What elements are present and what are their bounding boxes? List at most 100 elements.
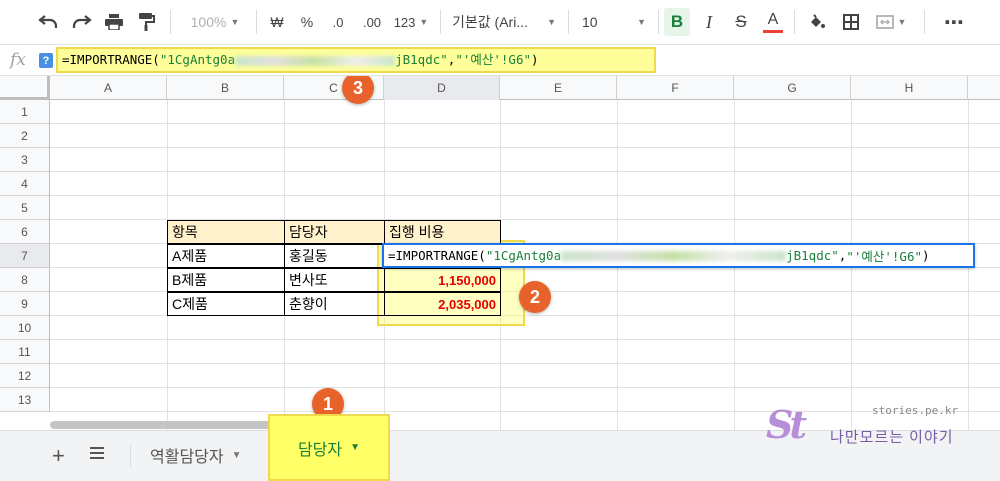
formula-arg1-end: jB1qdc" xyxy=(395,52,448,67)
chevron-down-icon: ▼ xyxy=(419,17,429,27)
row-header-5[interactable]: 5 xyxy=(0,196,50,220)
formula-arg2: "'예산'!G6" xyxy=(846,249,923,264)
text-color-label: A xyxy=(767,10,779,28)
column-header-b[interactable]: B xyxy=(167,76,284,100)
column-header-a[interactable]: A xyxy=(50,76,167,100)
row-header-2[interactable]: 2 xyxy=(0,124,50,148)
formula-arg2: "'예산'!G6" xyxy=(455,52,532,67)
table-cell-owner[interactable]: 홍길동 xyxy=(284,244,385,268)
step-badge-2: 2 xyxy=(519,281,551,313)
row-header-12[interactable]: 12 xyxy=(0,364,50,388)
table-header-owner[interactable]: 담당자 xyxy=(284,220,385,244)
font-size-select[interactable]: 10 ▼ xyxy=(576,8,652,36)
row-header-13[interactable]: 13 xyxy=(0,388,50,412)
font-family-select[interactable]: 기본값 (Ari... ▼ xyxy=(448,8,560,36)
sheet-tab-label: 역활담당자 xyxy=(150,449,224,466)
table-cell-owner[interactable]: 춘향이 xyxy=(284,292,385,316)
chevron-down-icon: ▼ xyxy=(231,449,242,461)
column-header-e[interactable]: E xyxy=(500,76,617,100)
redo-icon[interactable] xyxy=(68,8,96,36)
toolbar-divider xyxy=(924,10,925,34)
row-header-10[interactable]: 10 xyxy=(0,316,50,340)
column-header-d[interactable]: D xyxy=(384,76,500,100)
formula-input[interactable]: =IMPORTRANGE("1CgAntg0a jB1qdc","'예산'!G6"… xyxy=(56,47,656,73)
fx-icon: fx xyxy=(10,50,26,70)
table-cell-item[interactable]: A제품 xyxy=(167,244,285,268)
percent-button[interactable]: % xyxy=(294,8,320,36)
toolbar: 100% ▼ ₩ % .0 .00 123 ▼ 기본값 (Ari... ▼ 10 ▼ B… xyxy=(0,0,1000,44)
row-header-6[interactable]: 6 xyxy=(0,220,50,244)
column-header-f[interactable]: F xyxy=(617,76,734,100)
add-sheet-button[interactable]: + xyxy=(52,443,65,469)
text-color-button[interactable]: A xyxy=(760,8,786,36)
table-cell-cost[interactable]: 2,035,000 xyxy=(384,292,501,316)
merge-cells-icon[interactable]: ▼ xyxy=(870,8,912,36)
more-formats-button[interactable]: 123 ▼ xyxy=(390,8,432,36)
sheet-tab-owner-active[interactable]: 담당자 ▼ xyxy=(268,414,390,481)
bold-button[interactable]: B xyxy=(664,8,690,36)
percent-label: % xyxy=(300,14,314,30)
sheet-grid[interactable]: A B C D E F G H 1 2 3 4 5 6 7 8 9 10 11 … xyxy=(0,76,1000,430)
undo-icon[interactable] xyxy=(34,8,62,36)
gridline xyxy=(50,363,1000,364)
spreadsheet-app: 100% ▼ ₩ % .0 .00 123 ▼ 기본값 (Ari... ▼ 10 ▼ B… xyxy=(0,0,1000,481)
borders-icon[interactable] xyxy=(838,8,864,36)
formula-suffix: ) xyxy=(922,248,930,263)
paint-format-icon[interactable] xyxy=(133,8,161,36)
row-header-7[interactable]: 7 xyxy=(0,244,50,268)
strikethrough-button[interactable]: S xyxy=(728,8,754,36)
table-header-item[interactable]: 항목 xyxy=(167,220,285,244)
print-icon[interactable] xyxy=(100,8,128,36)
italic-button[interactable]: I xyxy=(696,8,722,36)
gridline xyxy=(50,339,1000,340)
increase-decimal-button[interactable]: .00 xyxy=(356,8,388,36)
table-cell-item[interactable]: B제품 xyxy=(167,268,285,292)
font-size-value: 10 xyxy=(582,14,598,30)
toolbar-divider xyxy=(658,10,659,34)
formula-function: =IMPORTRANGE( xyxy=(388,248,486,263)
zoom-value: 100% xyxy=(190,14,227,30)
table-cell-cost[interactable]: 1,150,000 xyxy=(384,268,501,292)
formula-arg1-start: "1CgAntg0a xyxy=(159,52,236,67)
table-cell-item[interactable]: C제품 xyxy=(167,292,285,316)
row-header-4[interactable]: 4 xyxy=(0,172,50,196)
zoom-select[interactable]: 100% ▼ xyxy=(180,8,250,36)
toolbar-divider xyxy=(256,10,257,34)
redacted-key xyxy=(235,55,396,66)
more-options-icon[interactable]: ⋯ xyxy=(940,8,968,36)
select-all-corner[interactable] xyxy=(0,76,50,100)
toolbar-divider xyxy=(794,10,795,34)
row-header-9[interactable]: 9 xyxy=(0,292,50,316)
cell-editor-d7[interactable]: =IMPORTRANGE("1CgAntg0a jB1qdc", "'예산'!G6"… xyxy=(382,243,975,268)
all-sheets-icon[interactable] xyxy=(90,447,104,462)
help-icon[interactable]: ? xyxy=(39,53,53,68)
chevron-down-icon: ▼ xyxy=(350,442,361,453)
currency-label: ₩ xyxy=(270,14,284,30)
formula-comma: , xyxy=(838,248,847,263)
table-cell-owner[interactable]: 변사또 xyxy=(284,268,385,292)
decrease-decimal-button[interactable]: .0 xyxy=(324,8,352,36)
gridline xyxy=(50,123,1000,124)
watermark-logo: St xyxy=(766,402,807,447)
currency-button[interactable]: ₩ xyxy=(264,8,290,36)
more-options-label: ⋯ xyxy=(944,11,964,34)
row-header-3[interactable]: 3 xyxy=(0,148,50,172)
text-color-swatch xyxy=(763,29,783,33)
sheet-tab-roles[interactable]: 역활담당자 ▼ xyxy=(150,437,242,473)
column-header-g[interactable]: G xyxy=(734,76,851,100)
table-header-cost[interactable]: 집행 비용 xyxy=(384,220,501,244)
toolbar-divider xyxy=(568,10,569,34)
redacted-key xyxy=(561,250,787,261)
fill-color-icon[interactable] xyxy=(804,8,830,36)
column-header-h[interactable]: H xyxy=(851,76,968,100)
toolbar-divider xyxy=(440,10,441,34)
tab-divider xyxy=(130,445,131,467)
watermark-name: 나만모르는 이야기 xyxy=(830,429,954,446)
gridline xyxy=(50,147,1000,148)
formula-arg1-end: jB1qdc" xyxy=(786,248,839,263)
strikethrough-label: S xyxy=(735,12,747,31)
row-header-1[interactable]: 1 xyxy=(0,100,50,124)
chevron-down-icon: ▼ xyxy=(547,17,556,27)
row-header-8[interactable]: 8 xyxy=(0,268,50,292)
row-header-11[interactable]: 11 xyxy=(0,340,50,364)
